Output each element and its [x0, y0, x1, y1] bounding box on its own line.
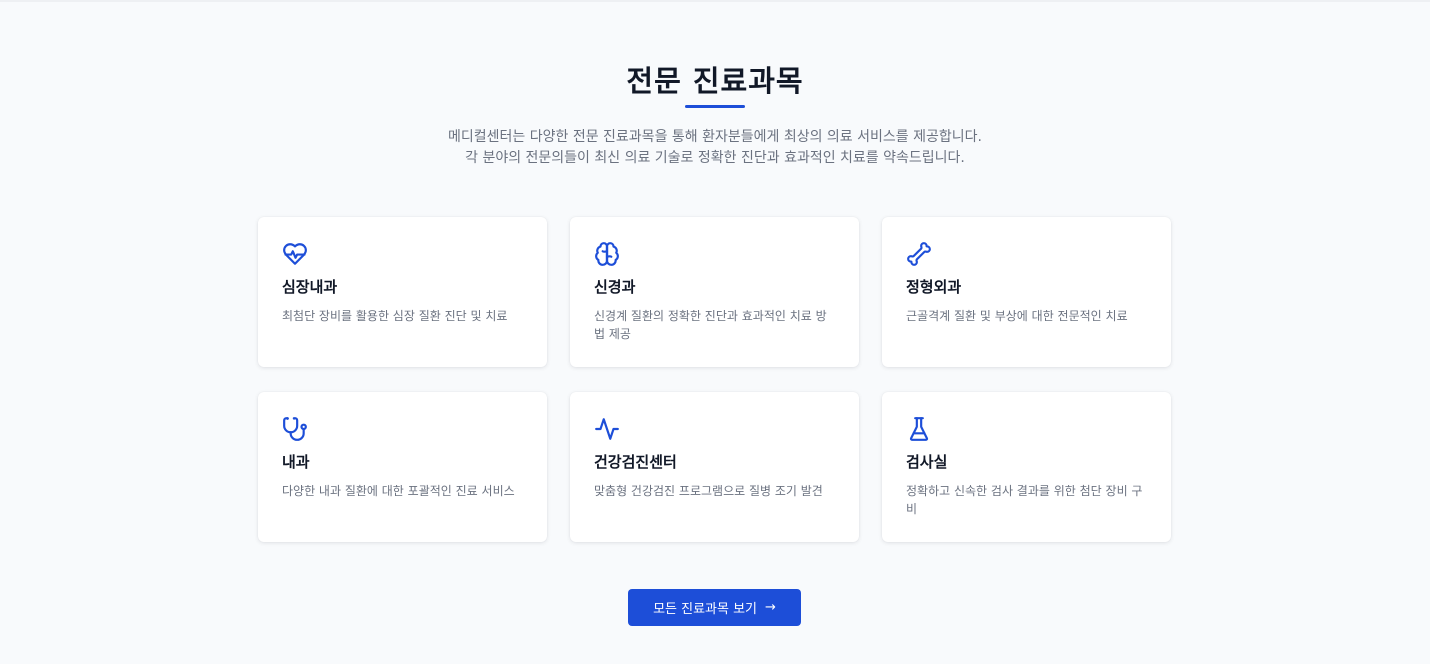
department-title: 심장내과: [282, 278, 338, 296]
department-title: 신경과: [594, 278, 636, 296]
intro-line-2: 각 분야의 전문의들이 최신 의료 기술로 정확한 진단과 효과적인 치료를 약…: [465, 150, 965, 166]
department-description: 맞춤형 건강검진 프로그램으로 질병 조기 발견: [594, 484, 823, 498]
heart-pulse-icon: [282, 241, 308, 267]
department-title: 정형외과: [906, 278, 962, 296]
stethoscope-icon: [282, 416, 308, 442]
department-description: 다양한 내과 질환에 대한 포괄적인 진료 서비스: [282, 484, 515, 498]
intro-line-1: 메디컬센터는 다양한 전문 진료과목을 통해 환자분들에게 최상의 의료 서비스…: [448, 129, 982, 145]
department-card-neurology[interactable]: 신경과 신경계 질환의 정확한 진단과 효과적인 치료 방법 제공: [570, 217, 859, 367]
section-title: 전문 진료과목: [626, 64, 804, 98]
department-title: 내과: [282, 453, 310, 471]
title-underline: [685, 105, 745, 108]
department-card-laboratory[interactable]: 검사실 정확하고 신속한 검사 결과를 위한 첨단 장비 구비: [882, 392, 1171, 542]
bone-icon: [906, 241, 932, 267]
flask-icon: [906, 416, 932, 442]
department-card-internal-medicine[interactable]: 내과 다양한 내과 질환에 대한 포괄적인 진료 서비스: [258, 392, 547, 542]
activity-icon: [594, 416, 620, 442]
department-description: 최첨단 장비를 활용한 심장 질환 진단 및 치료: [282, 309, 508, 323]
department-description: 정확하고 신속한 검사 결과를 위한 첨단 장비 구비: [906, 484, 1143, 516]
department-description: 신경계 질환의 정확한 진단과 효과적인 치료 방법 제공: [594, 309, 827, 341]
department-title: 건강검진센터: [594, 453, 677, 471]
arrow-right-icon: →: [765, 600, 776, 615]
brain-icon: [594, 241, 620, 267]
department-card-orthopedics[interactable]: 정형외과 근골격계 질환 및 부상에 대한 전문적인 치료: [882, 217, 1171, 367]
section-intro: 메디컬센터는 다양한 전문 진료과목을 통해 환자분들에게 최상의 의료 서비스…: [0, 127, 1430, 169]
departments-grid: 심장내과 최첨단 장비를 활용한 심장 질환 진단 및 치료 신경과 신경계 질…: [258, 217, 1172, 542]
view-all-label: 모든 진료과목 보기: [653, 602, 758, 617]
department-card-cardiology[interactable]: 심장내과 최첨단 장비를 활용한 심장 질환 진단 및 치료: [258, 217, 547, 367]
department-title: 검사실: [906, 453, 948, 471]
view-all-departments-button[interactable]: 모든 진료과목 보기 →: [628, 589, 801, 626]
department-card-health-checkup[interactable]: 건강검진센터 맞춤형 건강검진 프로그램으로 질병 조기 발견: [570, 392, 859, 542]
department-description: 근골격계 질환 및 부상에 대한 전문적인 치료: [906, 309, 1128, 323]
top-divider: [0, 0, 1430, 2]
